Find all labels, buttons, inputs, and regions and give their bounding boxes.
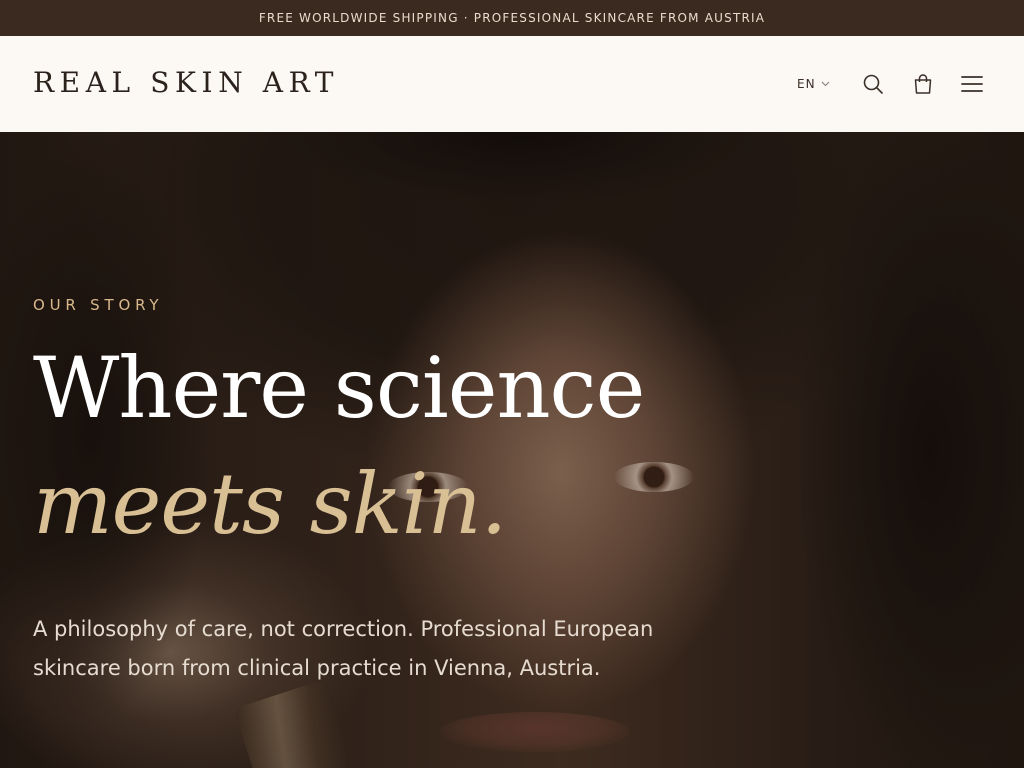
hero-description: A philosophy of care, not correction. Pr…	[33, 617, 654, 680]
language-label: EN	[797, 77, 816, 91]
hero-headline-line1: Where science	[33, 339, 645, 437]
language-selector[interactable]: EN	[797, 75, 830, 93]
search-icon[interactable]	[861, 72, 885, 96]
announcement-bar: FREE WORLDWIDE SHIPPING · PROFESSIONAL S…	[0, 0, 1024, 36]
shopping-bag-icon[interactable]	[911, 72, 935, 96]
hero-headline-line2: meets skin.	[33, 455, 507, 553]
site-logo[interactable]: REAL SKIN ART	[33, 66, 339, 99]
menu-icon[interactable]	[960, 72, 984, 96]
chevron-down-icon	[821, 81, 830, 87]
hero-eyebrow: OUR STORY	[33, 296, 164, 314]
announcement-text: FREE WORLDWIDE SHIPPING · PROFESSIONAL S…	[258, 11, 766, 25]
hero-section: OUR STORY Where science meets skin. A ph…	[0, 132, 1024, 768]
site-header: REAL SKIN ART EN	[0, 36, 1024, 132]
